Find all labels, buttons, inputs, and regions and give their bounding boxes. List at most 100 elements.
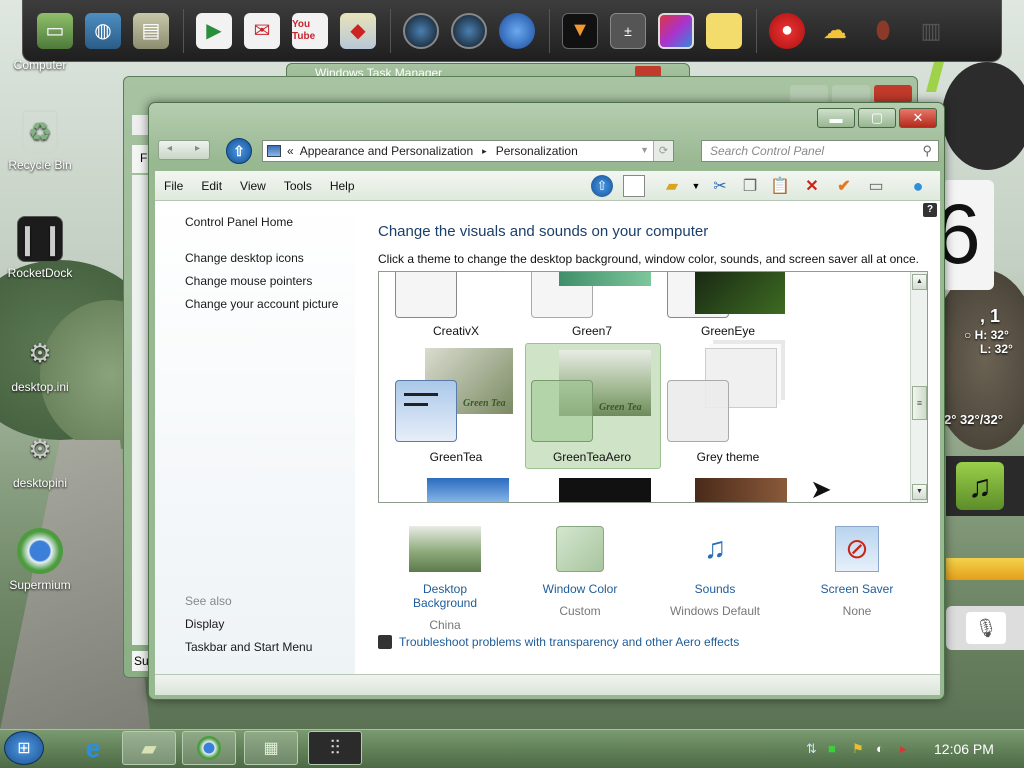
search-input[interactable]: Search Control Panel ⚲ (701, 140, 939, 162)
scroll-down-icon[interactable]: ▼ (912, 484, 927, 500)
calculator-icon[interactable]: ± (610, 12, 646, 49)
help-button[interactable]: ? (923, 203, 937, 217)
tray-volume-icon[interactable]: ◐ (876, 741, 884, 756)
music-widget[interactable]: ♫ (946, 456, 1024, 516)
search-icon[interactable]: ⚲ (922, 143, 932, 159)
window-color-setting[interactable]: Window Color Custom (525, 526, 635, 618)
tray-monitor-icon[interactable]: ■ (828, 741, 836, 756)
android-folder-icon[interactable]: ▤ (133, 12, 169, 49)
weather-icon[interactable]: ☁ (817, 13, 853, 49)
desktop-background-link[interactable]: Desktop Background (390, 582, 500, 610)
help-globe-icon[interactable]: ● (907, 175, 929, 197)
delete-icon[interactable]: ✕ (801, 175, 823, 197)
properties-icon[interactable]: ▭ (865, 175, 887, 197)
theme-thumb-row3-3[interactable] (695, 478, 787, 502)
maximize-button[interactable] (832, 85, 870, 103)
picture-icon[interactable] (658, 12, 694, 49)
up-arrow-icon[interactable]: ⇧ (226, 138, 252, 164)
desktop-icon-supermium[interactable]: Supermium (2, 528, 78, 592)
change-desktop-icons-link[interactable]: Change desktop icons (185, 251, 304, 265)
copy-icon[interactable]: ❐ (739, 175, 761, 197)
desktop-icon-desktopini[interactable]: ⚙ desktopini (2, 426, 78, 491)
minimize-button[interactable]: ▬ (817, 108, 855, 128)
taskbar-rocketdock-button[interactable]: ⫶⫶ (308, 731, 362, 765)
theme-thumb-greentea[interactable] (395, 380, 457, 442)
menu-tools[interactable]: Tools (275, 179, 321, 193)
search-widget[interactable]: 🎙 (946, 606, 1024, 650)
theme-thumb-grey[interactable] (667, 380, 729, 442)
speaker-icon[interactable] (403, 12, 439, 49)
screen-saver-setting[interactable]: ⊘ Screen Saver None (802, 526, 912, 618)
taskbar-task-manager-button[interactable]: ▦ (244, 731, 298, 765)
youtube-icon[interactable]: You Tube (292, 12, 328, 49)
network-icon[interactable]: ◍ (85, 12, 121, 49)
breadcrumb-chevron-icon[interactable]: ▸ (482, 146, 487, 157)
theme-name-greenteaaero[interactable]: GreenTeaAero (527, 450, 657, 464)
up-folder-icon[interactable]: ⇧ (591, 175, 613, 197)
close-button[interactable]: ✕ (899, 108, 937, 128)
angry-birds-icon[interactable]: ● (769, 12, 805, 49)
desktop-icon-computer[interactable]: Computer (2, 58, 78, 72)
tray-flag-icon[interactable]: ⚑ (852, 741, 864, 757)
maps-icon[interactable]: ◆ (340, 12, 376, 49)
refresh-icon[interactable]: ⟳ (653, 141, 673, 161)
paste-icon[interactable]: 📋 (769, 175, 791, 197)
menu-edit[interactable]: Edit (192, 179, 231, 193)
taskbar-start-menu-link[interactable]: Taskbar and Start Menu (185, 640, 312, 654)
microphone-icon[interactable]: 🎙 (966, 612, 1006, 644)
window-color-link[interactable]: Window Color (525, 582, 635, 596)
taskbar-explorer-button[interactable]: ▰ (122, 731, 176, 765)
screen-saver-link[interactable]: Screen Saver (802, 582, 912, 596)
breadcrumb-personalization[interactable]: Personalization (496, 144, 578, 158)
theme-thumb-row3-1[interactable] (427, 478, 509, 502)
internet-explorer-icon[interactable]: e (66, 731, 120, 765)
trash-icon[interactable]: ▥ (913, 13, 949, 49)
notes-icon[interactable] (706, 12, 742, 49)
theme-gallery-scrollbar[interactable]: ▲ ≡ ▼ (910, 272, 927, 502)
speaker-icon[interactable] (451, 12, 487, 49)
play-store-icon[interactable]: ▶ (196, 12, 232, 49)
personalization-window[interactable]: ▬ ▢ ✕ ◂ ▸ ⇧ « Appearance and Personaliza… (148, 102, 945, 700)
sounds-link[interactable]: Sounds (660, 582, 770, 596)
scroll-up-icon[interactable]: ▲ (912, 274, 927, 290)
breadcrumb-appearance[interactable]: Appearance and Personalization (300, 144, 473, 158)
folder-icon[interactable]: ▰ (661, 175, 683, 197)
display-link[interactable]: Display (185, 617, 224, 631)
theme-name-green7[interactable]: Green7 (527, 324, 657, 338)
control-panel-home-link[interactable]: Control Panel Home (185, 215, 293, 229)
desktop-icon-desktop-ini[interactable]: ⚙ desktop.ini (2, 330, 78, 395)
menu-help[interactable]: Help (321, 179, 364, 193)
close-button[interactable] (874, 85, 912, 103)
troubleshoot-link[interactable]: Troubleshoot problems with transparency … (399, 635, 739, 649)
theme-name-creativx[interactable]: CreativX (391, 324, 521, 338)
computer-icon[interactable]: ▭ (37, 12, 73, 49)
forward-arrow-icon[interactable]: ▸ (195, 143, 200, 154)
menu-file[interactable]: File (155, 179, 192, 193)
tray-power-icon[interactable]: ▸ (900, 741, 907, 757)
gmail-icon[interactable]: ✉ (244, 12, 280, 49)
desktop-icon-recycle-bin[interactable]: ♻ Recycle Bin (2, 110, 78, 172)
theme-name-greeneye[interactable]: GreenEye (663, 324, 793, 338)
android-icon[interactable]: ⬮ (865, 13, 901, 49)
change-mouse-pointers-link[interactable]: Change mouse pointers (185, 274, 312, 288)
theme-name-greentea[interactable]: GreenTea (391, 450, 521, 464)
globe-icon[interactable] (499, 12, 535, 49)
change-account-picture-link[interactable]: Change your account picture (185, 297, 338, 311)
address-bar[interactable]: « Appearance and Personalization ▸ Perso… (262, 140, 674, 162)
start-button[interactable]: ⊞ (4, 731, 44, 765)
scrollbar-thumb[interactable]: ≡ (912, 386, 927, 420)
breadcrumb-overflow[interactable]: « (287, 144, 294, 158)
taskbar-supermium-button[interactable] (182, 731, 236, 765)
back-arrow-icon[interactable]: ◂ (167, 143, 172, 154)
cut-icon[interactable]: ✂ (709, 175, 731, 197)
theme-thumb-creativx[interactable] (395, 272, 457, 318)
chevron-down-icon[interactable]: ▼ (685, 175, 707, 197)
sounds-setting[interactable]: ♫ Sounds Windows Default (660, 526, 770, 618)
color-icon[interactable]: ▼ (562, 12, 598, 49)
desktop-background-setting[interactable]: Desktop Background China (390, 526, 500, 632)
menu-view[interactable]: View (231, 179, 275, 193)
back-forward-buttons[interactable]: ◂ ▸ (158, 140, 210, 160)
taskbar-clock[interactable]: 12:06 PM (934, 741, 994, 757)
theme-thumb-greenteaaero[interactable] (531, 380, 593, 442)
minimize-button[interactable] (790, 85, 828, 103)
